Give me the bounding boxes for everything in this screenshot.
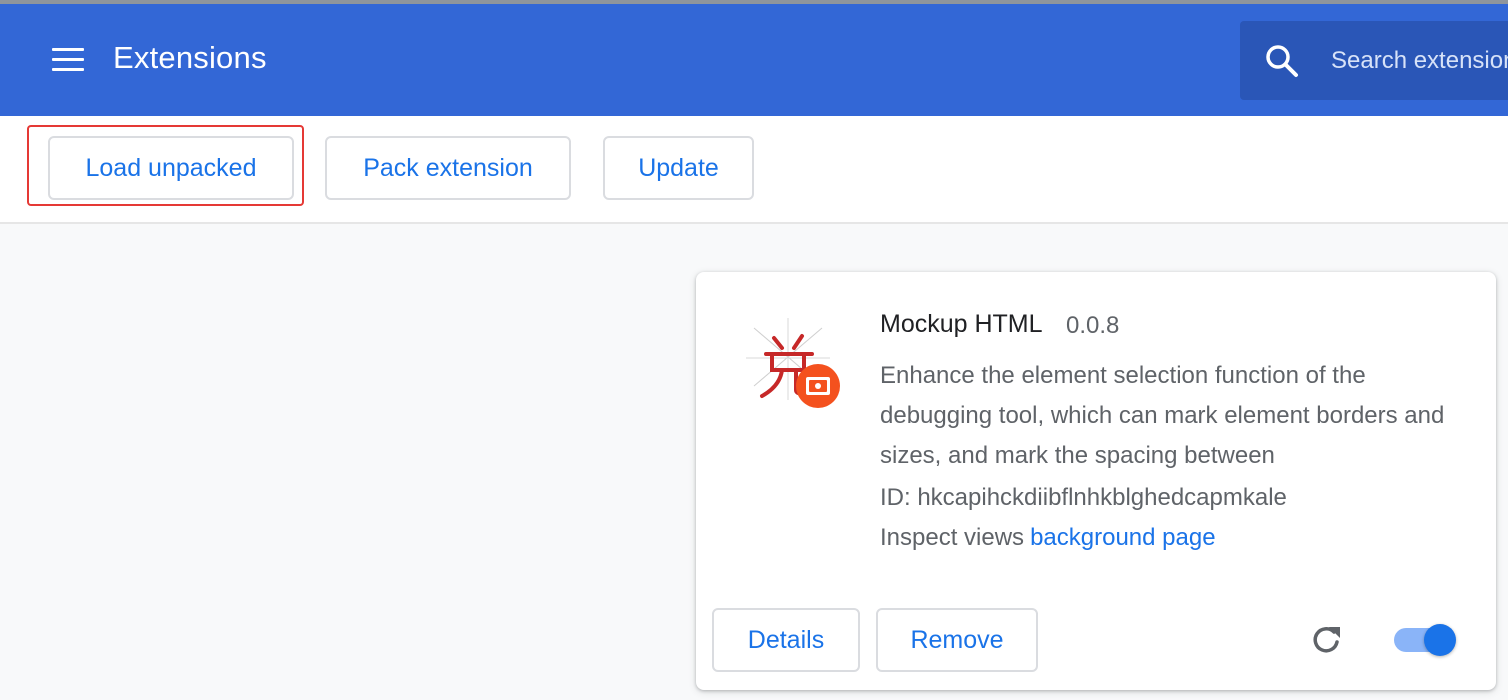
extension-enable-toggle[interactable] (1394, 624, 1458, 656)
toggle-knob (1424, 624, 1456, 656)
background-page-link[interactable]: background page (1030, 524, 1215, 551)
extension-id: ID: hkcapihckdiibflnhkblghedcapmkale (880, 484, 1287, 511)
hamburger-menu-icon[interactable] (52, 48, 84, 72)
update-button[interactable]: Update (603, 136, 754, 200)
details-button[interactable]: Details (712, 608, 860, 672)
load-unpacked-button[interactable]: Load unpacked (48, 136, 294, 200)
remove-button[interactable]: Remove (876, 608, 1038, 672)
extension-version: 0.0.8 (1066, 312, 1120, 339)
search-icon (1266, 45, 1298, 77)
page-title: Extensions (113, 40, 267, 75)
search-input[interactable] (1331, 43, 1508, 79)
inspect-views-label: Inspect views (880, 524, 1025, 551)
reload-icon[interactable] (1310, 622, 1344, 658)
extension-name: Mockup HTML (880, 310, 1043, 338)
search-box[interactable] (1240, 21, 1508, 100)
inspect-views: Inspect views background page (880, 524, 1216, 552)
extension-card: Mockup HTML 0.0.8 Enhance the element se… (696, 272, 1496, 690)
pack-extension-button[interactable]: Pack extension (325, 136, 571, 200)
extension-description: Enhance the element selection function o… (880, 362, 1445, 469)
app-header: Extensions (0, 4, 1508, 116)
mockup-html-extension-icon (746, 318, 840, 408)
